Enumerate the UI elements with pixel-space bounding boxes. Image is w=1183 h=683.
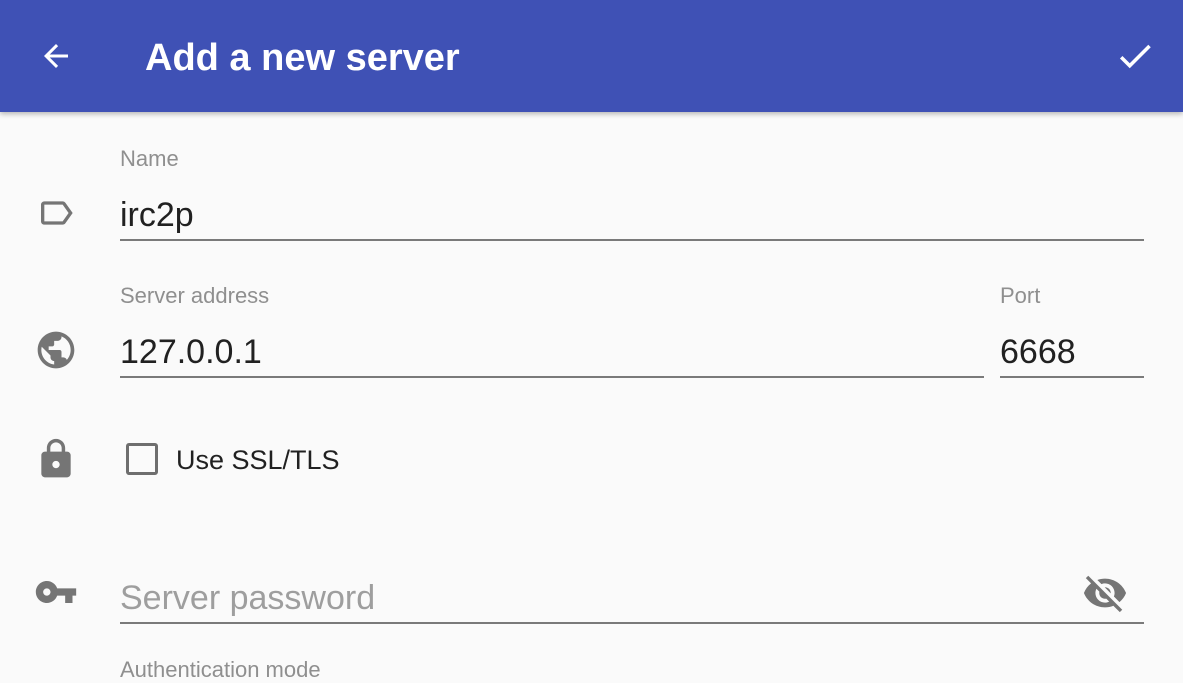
label-tag-icon <box>34 191 78 235</box>
server-address-input[interactable] <box>120 328 984 378</box>
eye-off-icon <box>1083 575 1127 613</box>
page-title: Add a new server <box>145 37 460 79</box>
server-password-input[interactable] <box>120 574 1144 624</box>
ssl-checkbox[interactable] <box>126 443 158 475</box>
arrow-left-icon <box>44 44 68 68</box>
port-input[interactable] <box>1000 328 1144 378</box>
server-address-label: Server address <box>120 283 270 308</box>
port-label: Port <box>1000 283 1041 308</box>
password-visibility-toggle[interactable] <box>1078 568 1132 618</box>
name-label: Name <box>120 146 179 171</box>
lock-icon <box>34 437 78 481</box>
name-input[interactable] <box>120 191 1144 241</box>
check-icon <box>1119 44 1151 69</box>
ssl-checkbox-label[interactable]: Use SSL/TLS <box>176 444 340 476</box>
key-icon <box>34 570 78 614</box>
app-bar: Add a new server <box>0 0 1183 112</box>
auth-mode-label: Authentication mode <box>120 657 321 682</box>
confirm-button[interactable] <box>1099 24 1171 88</box>
globe-icon <box>34 328 78 372</box>
back-button[interactable] <box>20 24 92 88</box>
